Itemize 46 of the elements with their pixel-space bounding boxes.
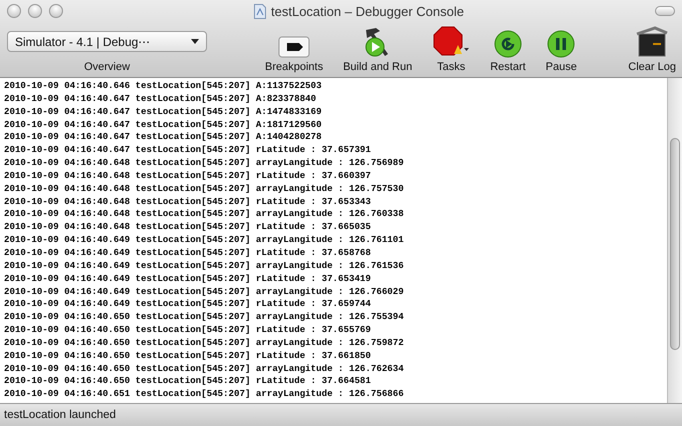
log-line: 2010-10-09 04:16:40.650 testLocation[545:207] rLatitude : 37.661850 <box>4 350 372 363</box>
log-line: 2010-10-09 04:16:40.647 testLocation[545:207] A:1404280278 <box>4 131 323 144</box>
log-line: 2010-10-09 04:16:40.647 testLocation[545:207] A:1817129560 <box>4 118 323 132</box>
log-line: 2010-10-09 04:16:40.649 testLocation[545:207] rLatitude : 37.658768 <box>4 246 372 260</box>
log-line: 2010-10-09 04:16:40.646 testLocation[545:207] A:1137522503 <box>4 80 323 93</box>
close-button[interactable] <box>7 4 21 18</box>
breakpoint-icon <box>278 36 310 58</box>
log-line: 2010-10-09 04:16:40.647 testLocation[545:207] A:1474833169 <box>4 106 323 119</box>
document-icon <box>254 4 266 18</box>
log-line: 2010-10-09 04:16:40.648 testLocation[545:207] rLatitude : 37.660397 <box>4 170 372 183</box>
clear-button[interactable]: Clear Log <box>628 26 676 73</box>
window-title: testLocation – Debugger Console <box>271 4 464 18</box>
log-line: 2010-10-09 04:16:40.650 testLocation[545:207] arrayLangitude : 126.762634 <box>4 362 405 376</box>
tasks-button[interactable]: Tasks <box>432 26 470 73</box>
log-line: 2010-10-09 04:16:40.649 testLocation[545:207] rLatitude : 37.659744 <box>4 298 372 312</box>
restart-icon <box>494 30 522 58</box>
log-line: 2010-10-09 04:16:40.648 testLocation[545:207] rLatitude : 37.665035 <box>4 221 372 234</box>
zoom-button[interactable] <box>49 4 63 18</box>
caret-icon <box>191 39 199 44</box>
build-button[interactable]: Build and Run <box>343 26 412 73</box>
scheme-dropdown[interactable]: Simulator - 4.1 | Debug⋯ <box>7 31 207 52</box>
stop-sign-icon <box>432 26 470 58</box>
log-line: 2010-10-09 04:16:40.649 testLocation[545:207] arrayLangitude : 126.766029 <box>4 286 405 298</box>
log-line: 2010-10-09 04:16:40.647 testLocation[545:207] A:823378840 <box>4 92 318 106</box>
log-line: 2010-10-09 04:16:40.650 testLocation[545:207] rLatitude : 37.655769 <box>4 324 372 337</box>
log-line: 2010-10-09 04:16:40.650 testLocation[545:207] rLatitude : 37.664581 <box>4 375 372 388</box>
toolbar-toggle-button[interactable] <box>655 6 675 16</box>
status-text: testLocation launched <box>4 409 116 421</box>
log-line: 2010-10-09 04:16:40.648 testLocation[545:207] arrayLangitude : 126.757530 <box>4 182 405 196</box>
scrollbar[interactable] <box>667 78 682 403</box>
pause-icon <box>547 30 576 58</box>
log-line: 2010-10-09 04:16:40.650 testLocation[545:207] arrayLangitude : 126.755394 <box>4 311 405 324</box>
minimize-button[interactable] <box>28 4 42 18</box>
scheme-label: Overview <box>84 61 130 73</box>
log-line: 2010-10-09 04:16:40.649 testLocation[545:207] rLatitude : 37.653419 <box>4 272 372 286</box>
log-line: 2010-10-09 04:16:40.651 testLocation[545:207] arrayLangitude : 126.756866 <box>4 388 405 402</box>
log-line: 2010-10-09 04:16:40.648 testLocation[545:207] arrayLangitude : 126.756989 <box>4 157 405 170</box>
log-line: 2010-10-09 04:16:40.649 testLocation[545:207] arrayLangitude : 126.761536 <box>4 260 405 273</box>
log-line: 2010-10-09 04:16:40.648 testLocation[545:207] rLatitude : 37.653343 <box>4 196 372 208</box>
breakpoints-button[interactable]: Breakpoints <box>265 36 324 73</box>
pause-button[interactable]: Pause <box>546 30 577 73</box>
log-line: 2010-10-09 04:16:40.647 testLocation[545:207] rLatitude : 37.657391 <box>4 144 372 158</box>
log-line: 2010-10-09 04:16:40.650 testLocation[545:207] arrayLangitude : 126.759872 <box>4 336 405 350</box>
log-line: 2010-10-09 04:16:40.649 testLocation[545:207] arrayLangitude : 126.761101 <box>4 234 405 247</box>
restart-button[interactable]: Restart <box>490 30 526 73</box>
log-line: 2010-10-09 04:16:40.648 testLocation[545:207] arrayLangitude : 126.760338 <box>4 208 405 222</box>
